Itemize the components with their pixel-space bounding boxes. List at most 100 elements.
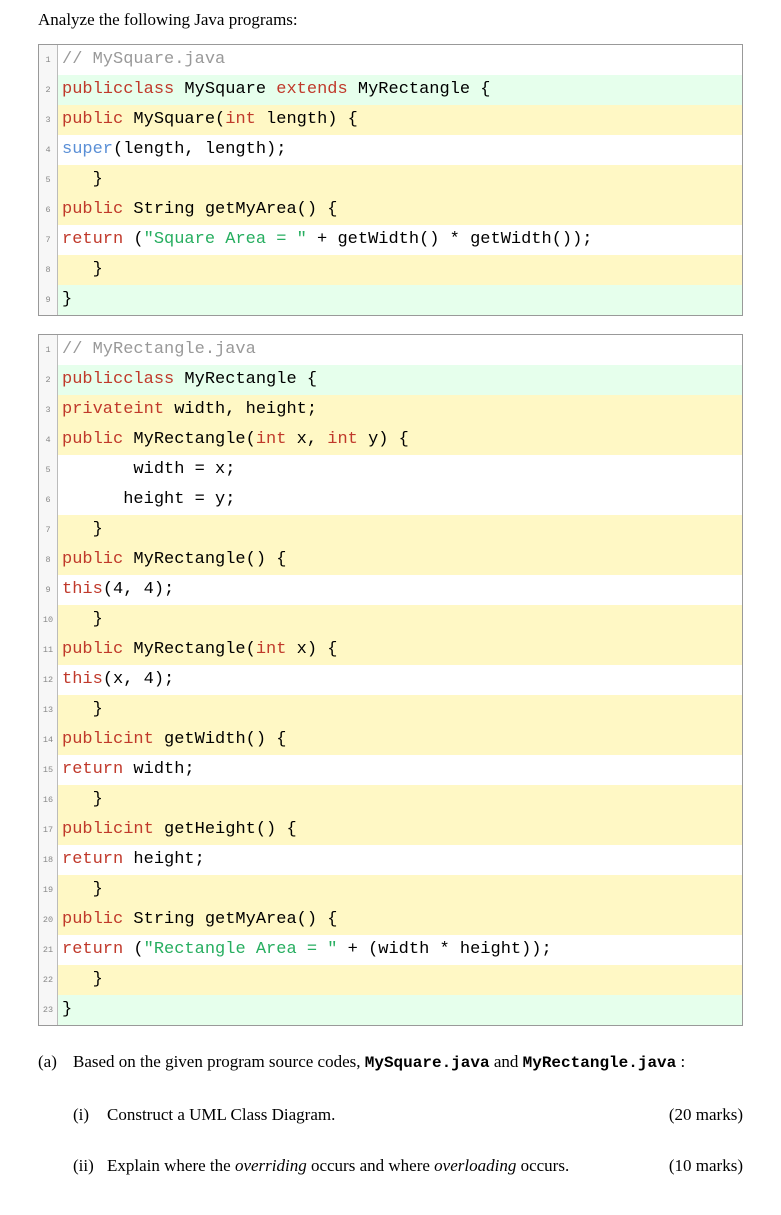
question-area: (a) Based on the given program source co…	[38, 1048, 743, 1179]
line-number: 2	[39, 365, 58, 395]
code-line: 9 this(4, 4);	[39, 575, 742, 605]
code-content: }	[58, 605, 742, 635]
code-content: public MyRectangle(int x, int y) {	[58, 425, 742, 455]
line-number: 13	[39, 695, 58, 725]
code-line: 23}	[39, 995, 742, 1025]
code-content: public String getMyArea() {	[58, 195, 742, 225]
code-line: 16 }	[39, 785, 742, 815]
line-number: 12	[39, 665, 58, 695]
code-line: 3 private int width, height;	[39, 395, 742, 425]
code-content: // MySquare.java	[58, 45, 742, 75]
line-number: 9	[39, 285, 58, 315]
code-line: 20 public String getMyArea() {	[39, 905, 742, 935]
line-number: 22	[39, 965, 58, 995]
code-line: 5 width = x;	[39, 455, 742, 485]
code-block-mysquare: 1// MySquare.java2public class MySquare …	[38, 44, 743, 316]
code-content: return ("Square Area = " + getWidth() * …	[58, 225, 742, 255]
heading: Analyze the following Java programs:	[38, 10, 743, 30]
code-line: 7 }	[39, 515, 742, 545]
code-content: public MySquare(int length) {	[58, 105, 742, 135]
line-number: 1	[39, 335, 58, 365]
question-i-text: Construct a UML Class Diagram.	[107, 1101, 657, 1128]
code-line: 12 this(x, 4);	[39, 665, 742, 695]
line-number: 18	[39, 845, 58, 875]
question-ii-text: Explain where the overriding occurs and …	[107, 1152, 657, 1179]
code-line: 22 }	[39, 965, 742, 995]
code-line: 8 public MyRectangle() {	[39, 545, 742, 575]
question-label-i: (i)	[73, 1101, 107, 1128]
code-line: 15 return width;	[39, 755, 742, 785]
code-content: }	[58, 965, 742, 995]
code-line: 3 public MySquare(int length) {	[39, 105, 742, 135]
code-line: 1// MyRectangle.java	[39, 335, 742, 365]
line-number: 14	[39, 725, 58, 755]
code-content: public String getMyArea() {	[58, 905, 742, 935]
code-content: super(length, length);	[58, 135, 742, 165]
code-line: 19 }	[39, 875, 742, 905]
code-content: }	[58, 165, 742, 195]
code-content: width = x;	[58, 455, 742, 485]
code-content: }	[58, 995, 742, 1025]
code-content: public int getHeight() {	[58, 815, 742, 845]
code-line: 6 public String getMyArea() {	[39, 195, 742, 225]
code-content: }	[58, 515, 742, 545]
question-i-marks: (20 marks)	[669, 1101, 743, 1128]
line-number: 3	[39, 105, 58, 135]
code-content: return height;	[58, 845, 742, 875]
code-content: public class MyRectangle {	[58, 365, 742, 395]
line-number: 5	[39, 165, 58, 195]
code-content: }	[58, 785, 742, 815]
line-number: 23	[39, 995, 58, 1025]
code-line: 9}	[39, 285, 742, 315]
qa-a-text: Based on the given program source codes,…	[73, 1052, 685, 1071]
line-number: 1	[39, 45, 58, 75]
code-content: public MyRectangle(int x) {	[58, 635, 742, 665]
code-line: 14 public int getWidth() {	[39, 725, 742, 755]
code-block-myrectangle: 1// MyRectangle.java2public class MyRect…	[38, 334, 743, 1026]
code-content: return width;	[58, 755, 742, 785]
code-line: 7 return ("Square Area = " + getWidth() …	[39, 225, 742, 255]
code-content: }	[58, 695, 742, 725]
line-number: 2	[39, 75, 58, 105]
code-line: 1// MySquare.java	[39, 45, 742, 75]
code-line: 2public class MySquare extends MyRectang…	[39, 75, 742, 105]
question-label-ii: (ii)	[73, 1152, 107, 1179]
line-number: 11	[39, 635, 58, 665]
code-content: private int width, height;	[58, 395, 742, 425]
line-number: 8	[39, 545, 58, 575]
code-content: }	[58, 285, 742, 315]
question-label-a: (a)	[38, 1048, 73, 1179]
line-number: 4	[39, 135, 58, 165]
line-number: 19	[39, 875, 58, 905]
code-line: 21 return ("Rectangle Area = " + (width …	[39, 935, 742, 965]
code-line: 10 }	[39, 605, 742, 635]
code-content: public MyRectangle() {	[58, 545, 742, 575]
line-number: 10	[39, 605, 58, 635]
code-line: 6 height = y;	[39, 485, 742, 515]
code-line: 17 public int getHeight() {	[39, 815, 742, 845]
line-number: 8	[39, 255, 58, 285]
line-number: 6	[39, 485, 58, 515]
line-number: 3	[39, 395, 58, 425]
code-content: this(4, 4);	[58, 575, 742, 605]
code-content: return ("Rectangle Area = " + (width * h…	[58, 935, 742, 965]
line-number: 16	[39, 785, 58, 815]
code-content: // MyRectangle.java	[58, 335, 742, 365]
code-line: 11 public MyRectangle(int x) {	[39, 635, 742, 665]
line-number: 20	[39, 905, 58, 935]
code-content: public int getWidth() {	[58, 725, 742, 755]
line-number: 4	[39, 425, 58, 455]
code-line: 13 }	[39, 695, 742, 725]
line-number: 21	[39, 935, 58, 965]
code-content: }	[58, 255, 742, 285]
code-content: }	[58, 875, 742, 905]
question-ii-marks: (10 marks)	[669, 1152, 743, 1179]
line-number: 15	[39, 755, 58, 785]
line-number: 7	[39, 515, 58, 545]
line-number: 9	[39, 575, 58, 605]
line-number: 7	[39, 225, 58, 255]
line-number: 6	[39, 195, 58, 225]
code-line: 4 super(length, length);	[39, 135, 742, 165]
line-number: 17	[39, 815, 58, 845]
line-number: 5	[39, 455, 58, 485]
